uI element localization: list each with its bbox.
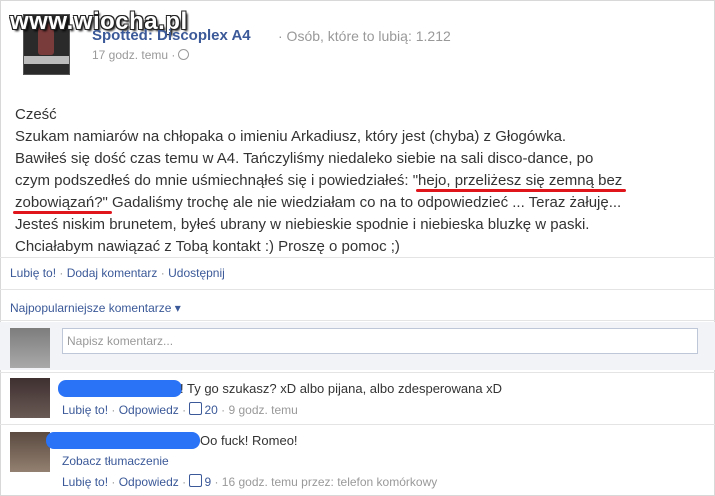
post-line: zobowiązań?" Gadaliśmy trochę ale nie wi… xyxy=(15,192,705,214)
comment-like-count[interactable]: 9 xyxy=(204,475,211,489)
post-time-text: 17 godz. temu · xyxy=(92,48,176,62)
post-line: Cześć xyxy=(15,106,57,123)
commenter-avatar[interactable] xyxy=(10,432,50,472)
comment-like-link[interactable]: Lubię to! xyxy=(62,403,108,417)
divider xyxy=(0,289,715,290)
post-line: Bawiłeś się dość czas temu w A4. Tańczyl… xyxy=(15,150,594,167)
comment-reply-link[interactable]: Odpowiedz xyxy=(119,403,179,417)
post-actions: Lubię to! · Dodaj komentarz · Udostępnij xyxy=(10,266,225,280)
see-translation-link[interactable]: Zobacz tłumaczenie xyxy=(62,454,169,468)
post-line: czym podszedłeś do mnie uśmiechnąłeś się… xyxy=(15,170,705,192)
redacted-name xyxy=(46,432,200,449)
page-name-link[interactable]: Spotted: Discoplex A4 xyxy=(92,27,251,44)
post-text: czym podszedłeś do mnie uśmiechnąłeś się… xyxy=(15,172,419,189)
comment-text: ! Ty go szukasz? xD albo pijana, albo zd… xyxy=(180,381,503,396)
comment-input[interactable]: Napisz komentarz... xyxy=(62,328,698,354)
comment-text: Oo fuck! Romeo! xyxy=(200,433,298,448)
comment-time: · 9 godz. temu xyxy=(221,403,298,417)
comment-meta: Lubię to! · Odpowiedz · 20 · 9 godz. tem… xyxy=(62,402,298,417)
comment-sort-dropdown[interactable]: Najpopularniejsze komentarze ▾ xyxy=(10,301,181,315)
share-link[interactable]: Udostępnij xyxy=(168,266,225,280)
post-header: www.wiocha.pl Spotted: Discoplex A4 · Os… xyxy=(0,0,715,92)
like-link[interactable]: Lubię to! xyxy=(10,266,56,280)
post-line: Chciałabym nawiązać z Tobą kontakt :) Pr… xyxy=(15,238,400,255)
divider xyxy=(0,320,715,321)
thumbs-up-icon xyxy=(189,402,203,415)
avatar-band xyxy=(24,56,69,64)
underlined-quote: zobowiązań?" xyxy=(15,194,108,211)
divider xyxy=(0,424,715,425)
post-line: Jesteś niskim brunetem, byłeś ubrany w n… xyxy=(15,216,590,233)
post-line: Szukam namiarów na chłopaka o imieniu Ar… xyxy=(15,128,567,145)
redacted-name xyxy=(58,380,182,397)
divider xyxy=(0,257,715,258)
page-likes-count: · Osób, które to lubią: 1.212 xyxy=(278,28,451,44)
add-comment-link[interactable]: Dodaj komentarz xyxy=(67,266,158,280)
comment-time: · 16 godz. temu przez: telefon komórkowy xyxy=(214,475,438,489)
post-timestamp[interactable]: 17 godz. temu · xyxy=(92,48,190,62)
globe-icon xyxy=(178,49,190,60)
commenter-avatar[interactable] xyxy=(10,378,50,418)
comment-like-link[interactable]: Lubię to! xyxy=(62,475,108,489)
translate-link-row: Zobacz tłumaczenie xyxy=(62,454,169,468)
comment-reply-link[interactable]: Odpowiedz xyxy=(119,475,179,489)
underlined-quote: hejo, przeliżesz się zemną bez xyxy=(418,172,623,189)
comment-like-count[interactable]: 20 xyxy=(204,403,217,417)
thumbs-up-icon xyxy=(189,474,203,487)
post-text: Gadaliśmy trochę ale nie wiedziałam co n… xyxy=(107,194,622,211)
comment-meta: Lubię to! · Odpowiedz · 9 · 16 godz. tem… xyxy=(62,474,438,489)
user-avatar xyxy=(10,328,50,368)
divider xyxy=(0,372,715,373)
post-body: Cześć Szukam namiarów na chłopaka o imie… xyxy=(15,104,705,258)
